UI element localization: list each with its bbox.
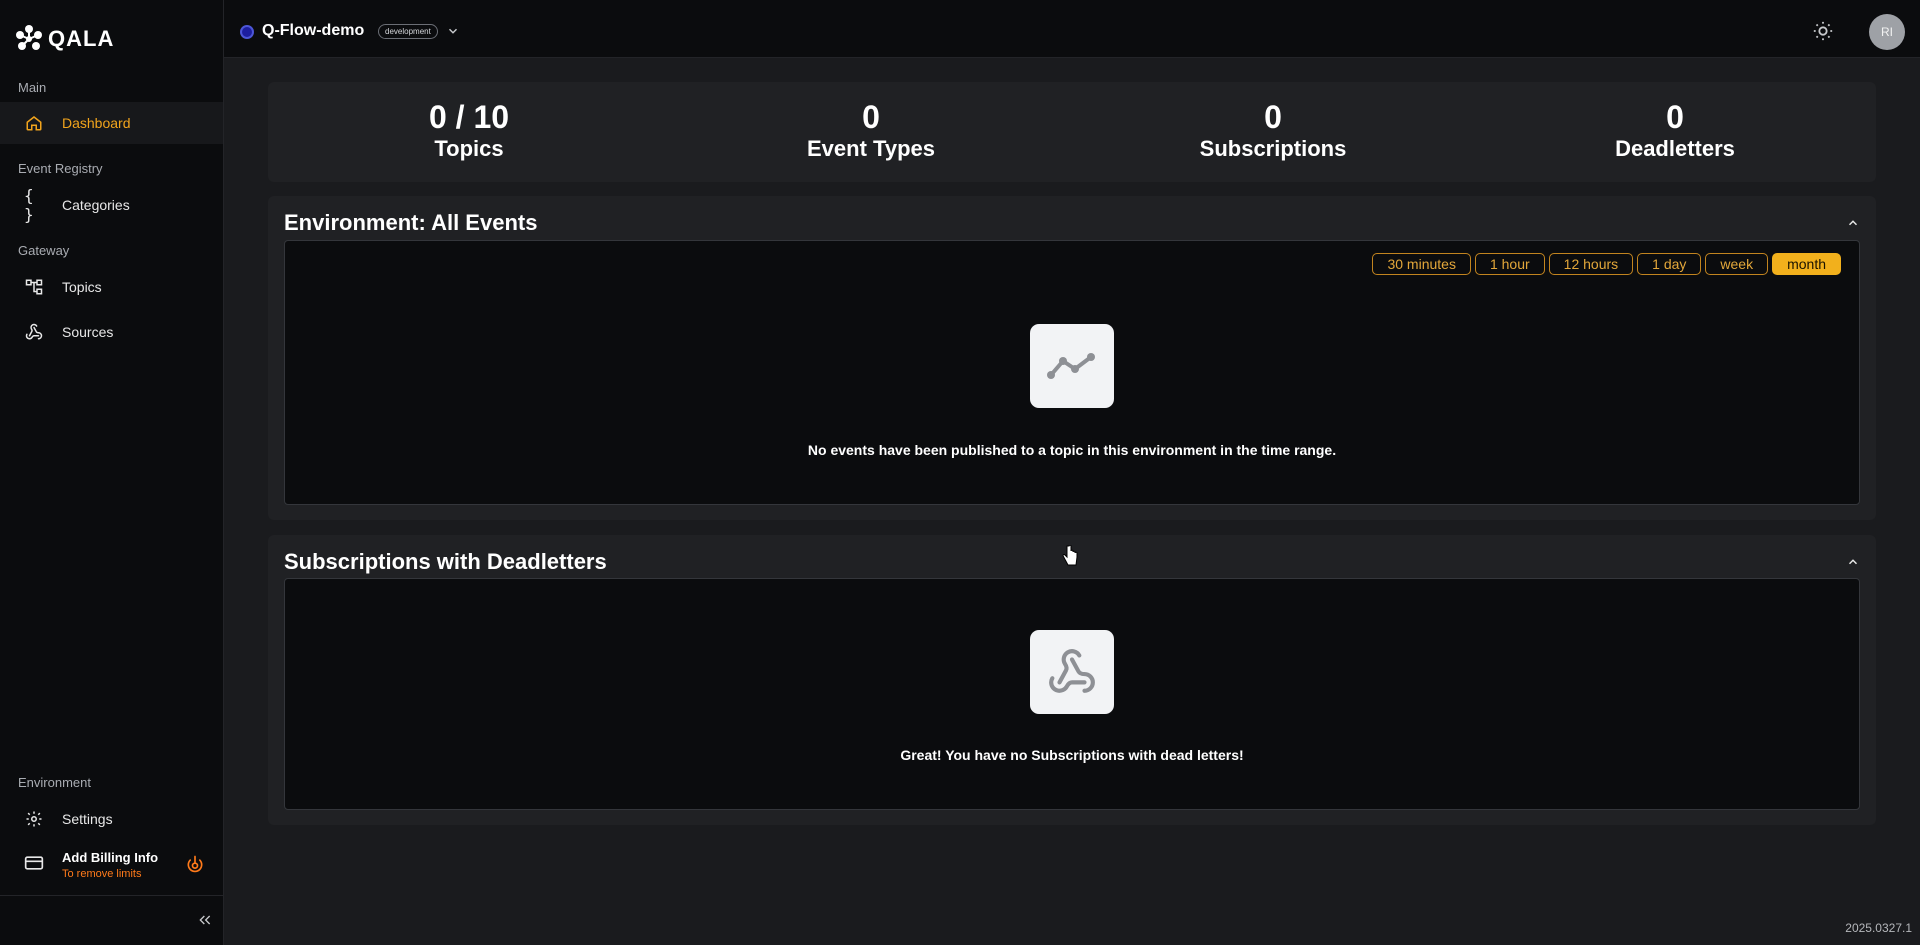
range-month[interactable]: month (1772, 253, 1841, 275)
gear-icon (24, 809, 44, 829)
time-range-selector: 30 minutes 1 hour 12 hours 1 day week mo… (1372, 253, 1841, 275)
hierarchy-icon (24, 277, 44, 297)
sidebar-item-label: Categories (62, 197, 130, 213)
empty-state-icon-box (1030, 630, 1114, 714)
events-panel: Environment: All Events 30 minutes 1 hou… (268, 196, 1876, 520)
stat-value: 0 (1666, 98, 1684, 135)
sidebar-item-label: Topics (62, 279, 102, 295)
sidebar-item-sources[interactable]: Sources (0, 311, 223, 353)
stat-value: 0 (862, 98, 880, 135)
stat-value: 0 / 10 (428, 98, 510, 135)
sidebar-item-dashboard[interactable]: Dashboard (0, 102, 223, 144)
stat-label: Subscriptions (1199, 135, 1347, 161)
collapse-sidebar-icon[interactable] (197, 912, 213, 933)
add-billing-info[interactable]: Add Billing Info To remove limits (0, 844, 223, 886)
chevron-up-icon[interactable] (1846, 555, 1860, 574)
stat-subscriptions: 0 Subscriptions (1072, 82, 1474, 182)
events-chart-area: 30 minutes 1 hour 12 hours 1 day week mo… (284, 240, 1860, 505)
power-icon (185, 854, 205, 879)
sidebar-footer (0, 895, 223, 945)
avatar[interactable]: RI (1869, 14, 1905, 50)
range-1-day[interactable]: 1 day (1637, 253, 1702, 275)
webhook-icon (24, 322, 44, 342)
stat-label: Event Types (807, 135, 935, 161)
range-week[interactable]: week (1705, 253, 1769, 275)
logo-text: QALA (48, 26, 115, 51)
events-empty-message: No events have been published to a topic… (807, 442, 1337, 458)
panel-title: Subscriptions with Deadletters (284, 549, 607, 574)
project-name[interactable]: Q-Flow-demo (262, 22, 364, 40)
billing-subtitle: To remove limits (62, 868, 142, 880)
section-label-gateway: Gateway (18, 243, 70, 258)
panel-title: Environment: All Events (284, 210, 538, 235)
environment-badge: development (378, 24, 438, 39)
sidebar-item-label: Settings (62, 811, 113, 827)
stat-deadletters: 0 Deadletters (1474, 82, 1876, 182)
stat-value: 0 (1264, 98, 1282, 135)
section-label-event-registry: Event Registry (18, 161, 103, 176)
webhook-icon (1049, 649, 1095, 693)
sun-icon[interactable] (1812, 20, 1834, 47)
environment-dot (240, 25, 254, 39)
line-chart-icon (1047, 353, 1095, 379)
topbar: Q-Flow-demo development RI (224, 0, 1920, 58)
section-label-main: Main (18, 80, 47, 95)
range-30-minutes[interactable]: 30 minutes (1372, 253, 1471, 275)
sidebar-item-label: Dashboard (62, 115, 131, 131)
deadletters-panel: Subscriptions with Deadletters Great! Yo… (268, 535, 1876, 825)
credit-card-icon (24, 854, 44, 877)
stat-event-types: 0 Event Types (670, 82, 1072, 182)
deadletters-area: Great! You have no Subscriptions with de… (284, 578, 1860, 810)
deadletters-empty-message: Great! You have no Subscriptions with de… (900, 747, 1244, 763)
home-icon (24, 113, 44, 133)
sidebar-item-settings[interactable]: Settings (0, 798, 223, 840)
app-version: 2025.0327.1 (1845, 921, 1912, 935)
billing-title: Add Billing Info (62, 850, 159, 865)
range-12-hours[interactable]: 12 hours (1548, 253, 1634, 275)
sidebar-item-categories[interactable]: { } Categories (0, 184, 223, 226)
sidebar-item-topics[interactable]: Topics (0, 266, 223, 308)
qala-logo[interactable]: QALA (14, 24, 114, 54)
sidebar: QALA Main Dashboard Event Registry { } C… (0, 0, 224, 945)
stat-label: Topics (434, 135, 504, 161)
section-label-environment: Environment (18, 775, 91, 790)
range-1-hour[interactable]: 1 hour (1474, 253, 1545, 275)
qala-logo-icon (16, 25, 42, 50)
stat-topics: 0 / 10 Topics (268, 82, 670, 182)
empty-state-icon-box (1030, 324, 1114, 408)
stats-bar: 0 / 10 Topics 0 Event Types 0 Subscripti… (268, 82, 1876, 182)
pointer-cursor-icon (1062, 544, 1078, 572)
chevron-down-icon[interactable] (446, 24, 460, 43)
chevron-up-icon[interactable] (1846, 216, 1860, 235)
stat-label: Deadletters (1615, 135, 1735, 161)
sidebar-item-label: Sources (62, 324, 114, 340)
braces-icon: { } (24, 186, 34, 224)
